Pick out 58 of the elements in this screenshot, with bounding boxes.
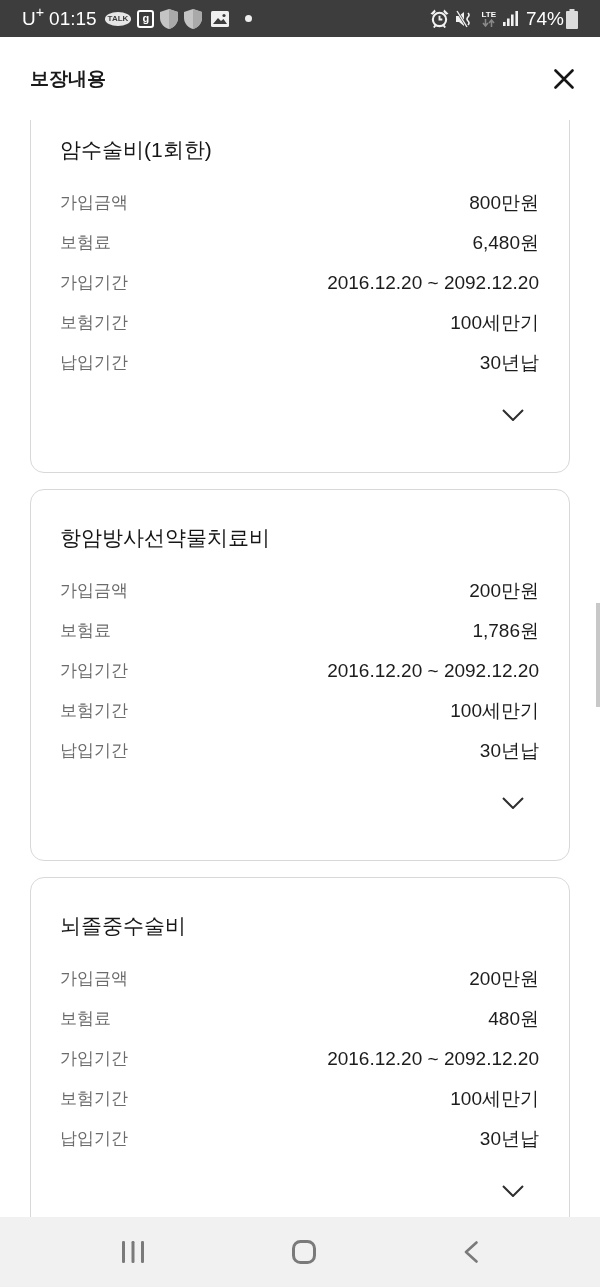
field-label: 보험료 bbox=[60, 232, 111, 254]
shield-icon bbox=[184, 8, 203, 29]
field-value: 2016.12.20 ~ 2092.12.20 bbox=[327, 271, 539, 295]
field-label: 가입기간 bbox=[60, 660, 128, 682]
close-icon bbox=[554, 68, 574, 89]
recent-apps-icon[interactable] bbox=[122, 1241, 144, 1263]
shield-icon bbox=[160, 8, 179, 29]
signal-icon bbox=[502, 11, 518, 26]
chevron-down-icon[interactable] bbox=[502, 1185, 524, 1197]
field-value: 30년납 bbox=[479, 351, 539, 375]
coverage-title: 암수술비(1회한) bbox=[60, 137, 213, 163]
status-time: 01:15 bbox=[49, 7, 97, 30]
field-value: 6,480원 bbox=[472, 231, 539, 255]
field-value: 2016.12.20 ~ 2092.12.20 bbox=[327, 1047, 539, 1071]
field-value: 100세만기 bbox=[450, 1087, 539, 1111]
chevron-down-icon[interactable] bbox=[502, 797, 524, 809]
field-value: 30년납 bbox=[479, 739, 539, 763]
data-arrows-icon bbox=[482, 19, 496, 27]
field-label: 납입기간 bbox=[60, 352, 128, 374]
muted-speaker-icon bbox=[456, 9, 472, 28]
field-value: 800만원 bbox=[469, 191, 539, 215]
close-button[interactable] bbox=[554, 68, 574, 89]
field-value: 200만원 bbox=[469, 967, 539, 991]
chat-bubble-badge: TALK bbox=[104, 11, 132, 26]
field-label: 가입기간 bbox=[60, 272, 128, 294]
field-label: 가입기간 bbox=[60, 1048, 128, 1070]
app-badge: g bbox=[137, 9, 155, 28]
field-label: 보험기간 bbox=[60, 312, 128, 334]
field-label: 보험료 bbox=[60, 620, 111, 642]
field-value: 200만원 bbox=[469, 579, 539, 603]
field-value: 480원 bbox=[488, 1007, 539, 1031]
field-label: 납입기간 bbox=[60, 740, 128, 762]
scrollbar-thumb[interactable] bbox=[596, 603, 600, 707]
network-type-label: LTE bbox=[481, 10, 496, 19]
field-label: 가입금액 bbox=[60, 580, 128, 602]
chevron-down-icon[interactable] bbox=[502, 409, 524, 421]
field-value: 30년납 bbox=[479, 1127, 539, 1151]
carrier-label: U$^{+}$ bbox=[22, 7, 45, 30]
field-label: 가입금액 bbox=[60, 968, 128, 990]
back-icon[interactable] bbox=[464, 1241, 478, 1263]
field-label: 보험료 bbox=[60, 1008, 111, 1030]
image-icon bbox=[211, 10, 230, 27]
battery-percent: 74% bbox=[525, 7, 564, 30]
page-title: 보장내용 bbox=[30, 66, 106, 91]
coverage-title: 항암방사선약물치료비 bbox=[60, 525, 271, 551]
field-value: 1,786원 bbox=[472, 619, 539, 643]
coverage-title: 뇌졸중수술비 bbox=[60, 913, 187, 939]
battery-icon bbox=[566, 8, 578, 29]
field-label: 납입기간 bbox=[60, 1128, 128, 1150]
field-value: 2016.12.20 ~ 2092.12.20 bbox=[327, 659, 539, 683]
field-label: 보험기간 bbox=[60, 1088, 128, 1110]
field-value: 100세만기 bbox=[450, 311, 539, 335]
home-icon[interactable] bbox=[292, 1240, 316, 1264]
alarm-clock-icon bbox=[430, 9, 450, 28]
field-value: 100세만기 bbox=[450, 699, 539, 723]
field-label: 가입금액 bbox=[60, 192, 128, 214]
dot-icon bbox=[245, 15, 253, 22]
field-label: 보험기간 bbox=[60, 700, 128, 722]
